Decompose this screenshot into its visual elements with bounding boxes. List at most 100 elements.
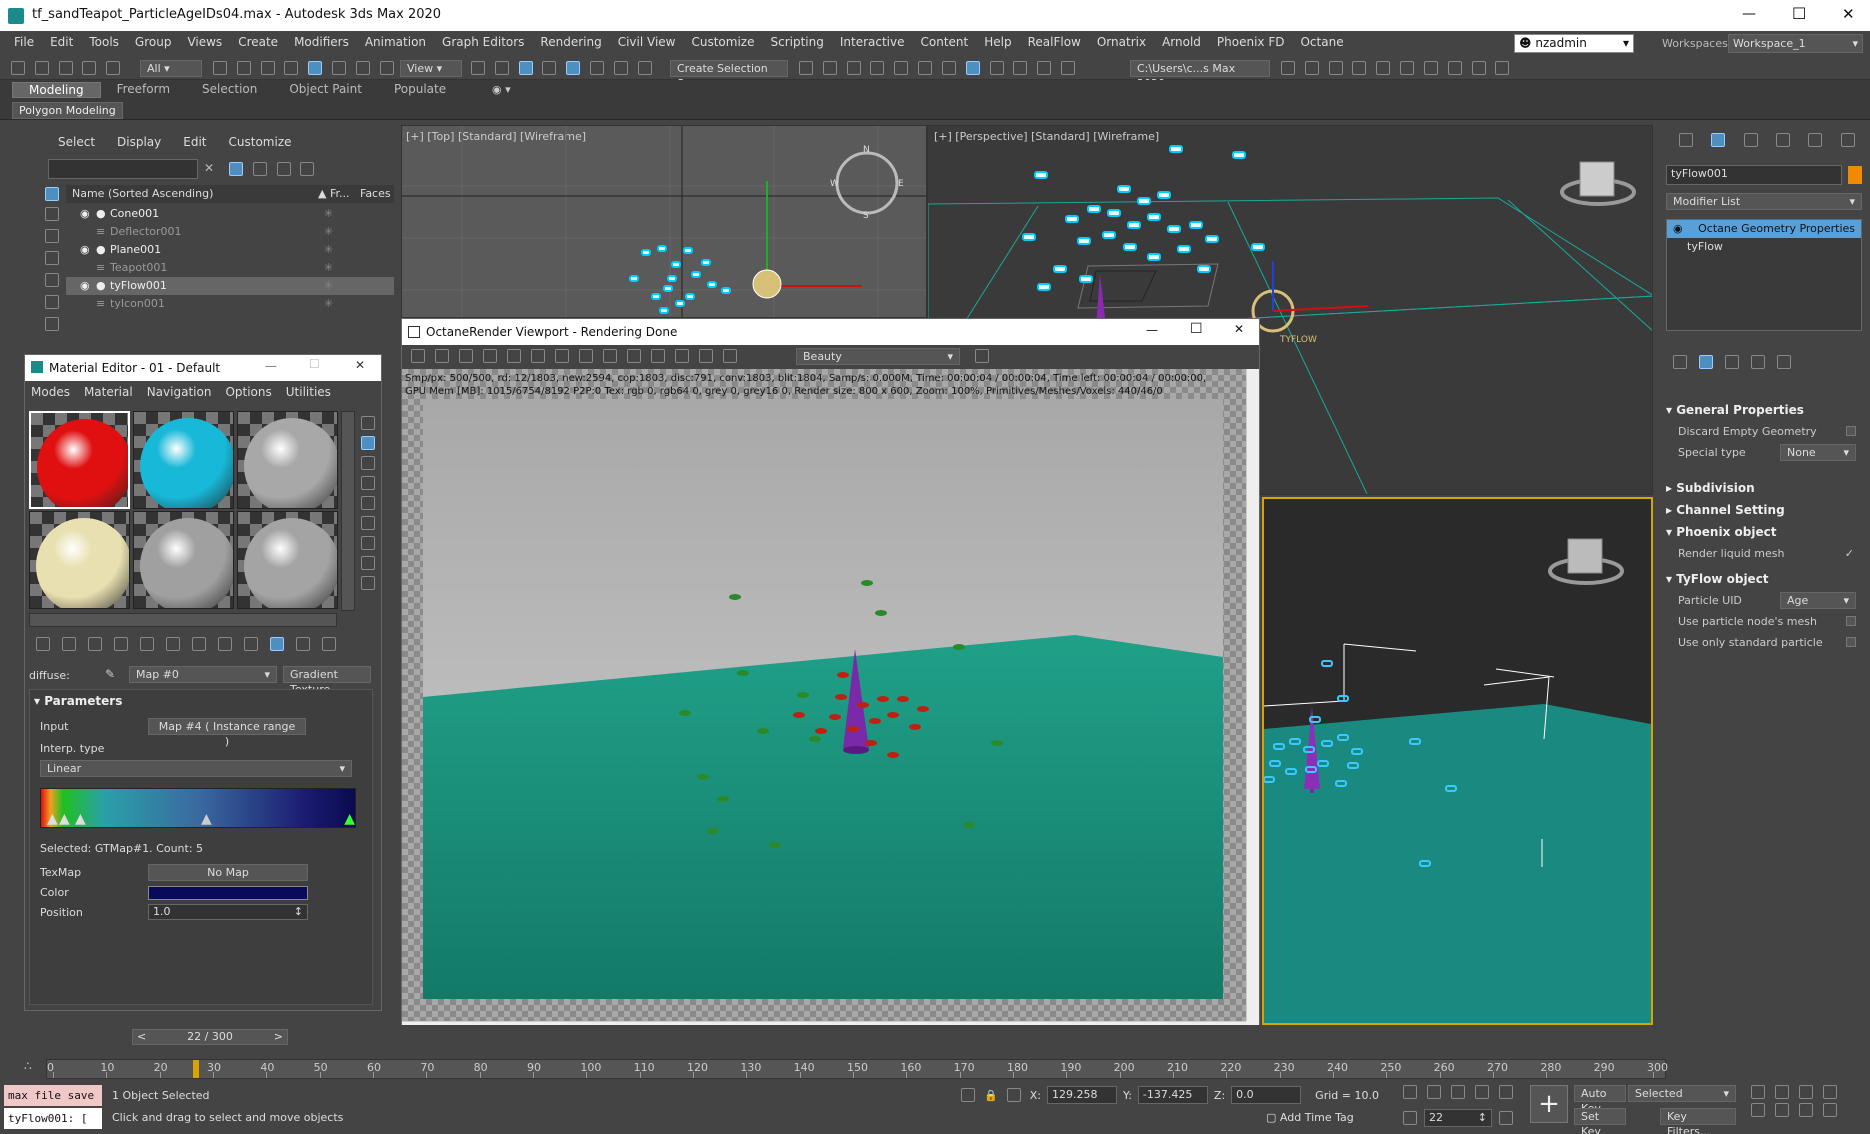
- menu-item-create[interactable]: Create: [230, 35, 286, 49]
- col-frozen[interactable]: ▲ Fr...: [318, 185, 350, 203]
- tyflow-object-rollout[interactable]: ▾ TyFlow object: [1666, 568, 1862, 590]
- freeze-icon[interactable]: ✳: [324, 277, 333, 295]
- gradient-flag-selected[interactable]: ▲: [344, 811, 355, 827]
- eyedropper-icon[interactable]: ✎: [105, 667, 115, 681]
- viewcube-icon[interactable]: [1548, 538, 1624, 585]
- visibility-eye-icon[interactable]: ◉: [80, 241, 90, 259]
- maximize-button[interactable]: ☐: [1792, 4, 1806, 23]
- render-pass-dropdown[interactable]: Beauty ▾: [796, 348, 960, 365]
- render-area[interactable]: Smp/px: 500/500, rd: 12/1803, new:2594, …: [402, 369, 1246, 1021]
- interp-type-dropdown[interactable]: Linear ▾: [40, 760, 352, 777]
- set-key-big-button[interactable]: +: [1530, 1085, 1568, 1123]
- key-filters-button[interactable]: Key Filters...: [1660, 1108, 1736, 1134]
- scene-list-item[interactable]: ≡ tyIcon001 ✳: [66, 295, 394, 313]
- maximize-viewport-icon[interactable]: [1823, 1103, 1837, 1117]
- material-slot[interactable]: [29, 511, 130, 609]
- pass-settings-icon[interactable]: [975, 349, 989, 363]
- angle-snap-icon[interactable]: [566, 60, 581, 75]
- menu-item-help[interactable]: Help: [976, 35, 1019, 49]
- freeze-icon[interactable]: ✳: [324, 259, 333, 277]
- edit-named-sel-icon[interactable]: [637, 60, 652, 75]
- ribbon-tab-object-paint[interactable]: Object Paint: [273, 82, 378, 98]
- show-end-result-icon[interactable]: [270, 637, 284, 651]
- scale-icon[interactable]: [355, 60, 370, 75]
- tyflow-icon[interactable]: [1471, 60, 1486, 75]
- show-shaded-icon[interactable]: [244, 637, 258, 651]
- hierarchy-icon[interactable]: [276, 161, 291, 176]
- display-groups-icon[interactable]: [45, 317, 59, 331]
- motion-tab-icon[interactable]: [1776, 133, 1791, 147]
- display-lights-icon[interactable]: [45, 229, 59, 243]
- sample-type-icon[interactable]: [361, 416, 375, 430]
- material-id-icon[interactable]: [218, 637, 232, 651]
- viewport-top[interactable]: [+] [Top] [Standard] [Wireframe] N S W E: [401, 125, 927, 318]
- scene-list-item[interactable]: ◉ ● tyFlow001 ✳: [66, 277, 394, 295]
- color-swatch[interactable]: [148, 886, 308, 900]
- scene-list-item[interactable]: ≡ Teapot001 ✳: [66, 259, 394, 277]
- add-time-tag[interactable]: ▢ Add Time Tag: [1266, 1111, 1354, 1124]
- menu-item-modifiers[interactable]: Modifiers: [286, 35, 357, 49]
- percent-snap-icon[interactable]: [590, 60, 605, 75]
- put-to-library-icon[interactable]: [192, 637, 206, 651]
- ornatrix-icon[interactable]: [1328, 60, 1343, 75]
- viewport-camera[interactable]: [1262, 497, 1653, 1025]
- auto-key-button[interactable]: Auto Key: [1574, 1085, 1626, 1115]
- go-to-end-icon[interactable]: [1499, 1085, 1513, 1099]
- selection-set-dropdown[interactable]: Create Selection Se ▾: [670, 60, 788, 90]
- undo-icon[interactable]: [11, 60, 25, 75]
- phoenix-icon[interactable]: [1376, 60, 1391, 75]
- ribbon-tab-selection[interactable]: Selection: [186, 82, 273, 98]
- stack-item-octane-geometry[interactable]: ◉ Octane Geometry Properties: [1667, 220, 1861, 238]
- scene-list-item[interactable]: ◉ ● Cone001 ✳: [66, 205, 394, 223]
- gradient-flag[interactable]: ▲: [201, 811, 212, 827]
- display-helpers-icon[interactable]: [45, 273, 59, 287]
- utilities-tab-icon[interactable]: [1840, 133, 1855, 147]
- time-slider[interactable]: < 22 / 300 >: [132, 1029, 288, 1045]
- position-spinner[interactable]: 1.0 ↕: [148, 904, 308, 920]
- ribbon-tab-modeling[interactable]: Modeling: [12, 82, 101, 98]
- eye-icon[interactable]: ◉: [1673, 222, 1683, 235]
- redo-icon[interactable]: [34, 60, 49, 75]
- x-coordinate[interactable]: 129.258: [1046, 1086, 1117, 1104]
- window-crossing-icon[interactable]: [284, 60, 299, 75]
- pan-icon[interactable]: [1775, 1103, 1789, 1117]
- material-slot[interactable]: [29, 411, 130, 509]
- film-region-icon[interactable]: [627, 349, 641, 363]
- align-icon[interactable]: [822, 60, 837, 75]
- snaps-toggle-icon[interactable]: [542, 60, 557, 75]
- make-preview-icon[interactable]: [361, 516, 375, 530]
- visibility-eye-icon[interactable]: ◉: [80, 277, 90, 295]
- ribbon-options-icon[interactable]: ◉ ▾: [492, 83, 511, 96]
- configure-sets-icon[interactable]: [1777, 355, 1791, 369]
- freeze-icon[interactable]: ✳: [324, 241, 333, 259]
- display-geometry-icon[interactable]: [45, 187, 59, 201]
- close-button[interactable]: ✕: [355, 358, 365, 372]
- slot-hscrollbar[interactable]: [29, 613, 337, 627]
- menu-item-content[interactable]: Content: [913, 35, 977, 49]
- material-editor-icon[interactable]: [965, 60, 980, 75]
- schematic-view-icon[interactable]: [941, 60, 956, 75]
- minimize-button[interactable]: —: [1742, 6, 1756, 22]
- filter-icon[interactable]: [228, 161, 243, 176]
- modify-tab-icon[interactable]: [1711, 133, 1726, 147]
- col-faces[interactable]: Faces: [360, 185, 391, 203]
- camera-icon[interactable]: [675, 349, 689, 363]
- video-color-check-icon[interactable]: [361, 496, 375, 510]
- maximize-button[interactable]: ☐: [1190, 321, 1203, 337]
- orbit-icon[interactable]: [1799, 1103, 1813, 1117]
- time-cursor[interactable]: [193, 1060, 199, 1078]
- zoom-extents-all-icon[interactable]: [1823, 1085, 1837, 1099]
- octane-material-icon[interactable]: [1447, 60, 1462, 75]
- menu-item-realflow[interactable]: RealFlow: [1020, 35, 1089, 49]
- object-name-input[interactable]: tyFlow001: [1666, 165, 1842, 185]
- phoenix-object-rollout[interactable]: ▾ Phoenix object: [1666, 521, 1862, 543]
- z-coordinate[interactable]: 0.0: [1231, 1086, 1302, 1104]
- refresh-icon[interactable]: [531, 349, 545, 363]
- menu-item-arnold[interactable]: Arnold: [1154, 35, 1209, 49]
- material-menu-navigation[interactable]: Navigation: [147, 385, 212, 399]
- freeze-icon[interactable]: ✳: [324, 295, 333, 313]
- prev-frame-icon[interactable]: <: [133, 1030, 150, 1044]
- scene-menu-edit[interactable]: Edit: [183, 135, 206, 149]
- phoenix-sim-icon[interactable]: [1400, 60, 1415, 75]
- minimize-button[interactable]: —: [1146, 323, 1158, 337]
